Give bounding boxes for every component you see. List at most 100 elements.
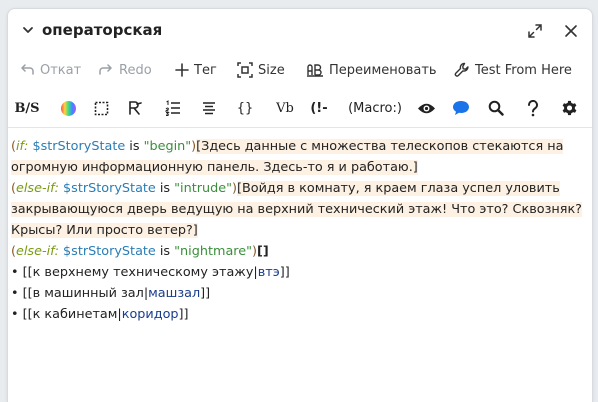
border-icon <box>94 101 108 115</box>
collapse-toggle[interactable] <box>19 21 37 39</box>
link-close-brackets: ]] <box>178 307 189 322</box>
color-button[interactable] <box>58 95 78 121</box>
comment-toggle-button[interactable] <box>450 95 472 121</box>
redo-label: Redo <box>119 62 152 78</box>
rename-label: Переименовать <box>329 62 437 78</box>
passage-title: операторская <box>42 21 163 39</box>
maximize-icon <box>528 24 542 38</box>
macro-button[interactable]: (Macro:) <box>345 95 405 121</box>
link-line-3: • [[к кабинетам|коридор]] <box>11 304 189 325</box>
gear-icon <box>562 100 576 115</box>
empty-hook: [] <box>257 244 269 259</box>
transition-icon <box>129 101 142 115</box>
link-open-brackets: [[ <box>22 265 33 280</box>
redo-button[interactable]: Redo <box>98 57 152 83</box>
code-line-6: (else-if: $strStoryState is "nightmare")… <box>11 241 269 262</box>
link-close-brackets: ]] <box>279 265 290 280</box>
code-line-1: (if: $strStoryState is "begin")[Здесь да… <box>11 136 564 157</box>
help-button[interactable] <box>522 95 544 121</box>
braces-label: {} <box>236 100 254 116</box>
variable-name: $strStoryState <box>58 181 156 196</box>
link-target: машзал <box>148 286 201 301</box>
close-button[interactable] <box>561 21 581 41</box>
bullet: • <box>11 265 23 280</box>
border-button[interactable] <box>91 95 111 121</box>
code-line-3: (else-if: $strStoryState is "intrude")[В… <box>11 178 560 199</box>
numbered-list-icon <box>165 100 180 116</box>
rename-icon <box>306 63 324 77</box>
code-line-4: закрывающуюся дверь ведущую на верхний т… <box>11 199 582 220</box>
hook-text: Крысы? Или просто ветер?] <box>11 223 198 238</box>
link-text: к кабинетам <box>32 307 118 322</box>
code-line-2: огромную информационную панель. Здесь-то… <box>11 157 418 178</box>
hook-button[interactable]: {} <box>233 95 257 121</box>
size-label: Size <box>258 62 285 78</box>
color-wheel-icon <box>60 100 76 116</box>
vb-label: Vb <box>276 100 294 116</box>
close-icon <box>565 25 577 37</box>
comment-label: (!- <box>310 100 328 116</box>
eye-icon <box>417 103 435 113</box>
bold-strike-label: B/S <box>14 100 40 116</box>
macro-name-if: if: <box>16 139 29 154</box>
code-line-5: Крысы? Или просто ветер?] <box>11 220 198 241</box>
link-target: коридор <box>121 307 179 322</box>
align-button[interactable] <box>199 95 219 121</box>
transition-button[interactable] <box>125 95 145 121</box>
align-center-icon <box>203 102 215 115</box>
maximize-button[interactable] <box>525 21 545 41</box>
hook-text: [Здесь данные с множества телескопов сте… <box>196 139 564 154</box>
speech-bubble-icon <box>453 101 469 115</box>
format-toolbar: B/S {} Vb (!- (Macro:) <box>8 95 592 121</box>
variable-name: $strStoryState <box>28 139 126 154</box>
question-mark-icon <box>527 99 538 116</box>
toolbar-divider <box>8 127 592 128</box>
plus-icon <box>175 63 189 77</box>
string-literal: "begin" <box>143 139 192 154</box>
settings-button[interactable] <box>558 95 580 121</box>
rename-button[interactable]: Переименовать <box>306 57 437 83</box>
numbered-list-button[interactable] <box>163 95 183 121</box>
wrench-icon <box>454 62 470 78</box>
macro-name-else-if: else-if: <box>16 244 59 259</box>
variable-button[interactable]: Vb <box>273 95 297 121</box>
hook-text: закрывающуюся дверь ведущую на верхний т… <box>11 202 582 217</box>
preview-button[interactable] <box>415 95 437 121</box>
size-button[interactable]: Size <box>237 57 285 83</box>
hook-text: огромную информационную панель. Здесь-то… <box>11 160 418 175</box>
passage-editor-panel: операторская Откат Redo Тег Size Переиме… <box>7 8 593 402</box>
add-tag-label: Тег <box>194 62 217 78</box>
size-icon <box>237 62 253 78</box>
search-icon <box>488 100 504 116</box>
undo-button[interactable]: Откат <box>19 57 81 83</box>
macro-name-else-if: else-if: <box>16 181 59 196</box>
add-tag-button[interactable]: Тег <box>175 57 217 83</box>
panel-header: операторская <box>8 9 592 53</box>
redo-icon <box>98 63 114 77</box>
undo-icon <box>19 63 35 77</box>
string-literal: "intrude" <box>174 181 232 196</box>
link-open-brackets: [[ <box>22 307 33 322</box>
test-from-here-label: Test From Here <box>475 62 572 78</box>
link-line-2: • [[в машинный зал|машзал]] <box>11 283 210 304</box>
link-close-brackets: ]] <box>200 286 211 301</box>
bullet: • <box>11 307 23 322</box>
variable-name: $strStoryState <box>58 244 156 259</box>
hook-text: [Войдя в комнату, я краем глаза успел ул… <box>237 181 560 196</box>
operator-is: is <box>125 139 144 154</box>
bullet: • <box>11 286 23 301</box>
passage-text-editor[interactable]: (if: $strStoryState is "begin")[Здесь да… <box>11 132 585 402</box>
undo-label: Откат <box>40 62 82 78</box>
string-literal: "nightmare" <box>174 244 253 259</box>
test-from-here-button[interactable]: Test From Here <box>454 57 572 83</box>
link-line-1: • [[к верхнему техническому этажу|втэ]] <box>11 262 290 283</box>
operator-is: is <box>155 181 175 196</box>
bold-strike-button[interactable]: B/S <box>14 95 40 121</box>
link-text: в машинный зал <box>32 286 144 301</box>
find-button[interactable] <box>485 95 507 121</box>
comment-button[interactable]: (!- <box>307 95 331 121</box>
passage-toolbar: Откат Redo Тег Size Переименовать Test F… <box>8 57 592 83</box>
link-text: к верхнему техническому этажу <box>32 265 254 280</box>
link-target: втэ <box>257 265 280 280</box>
chevron-down-icon <box>23 27 33 33</box>
